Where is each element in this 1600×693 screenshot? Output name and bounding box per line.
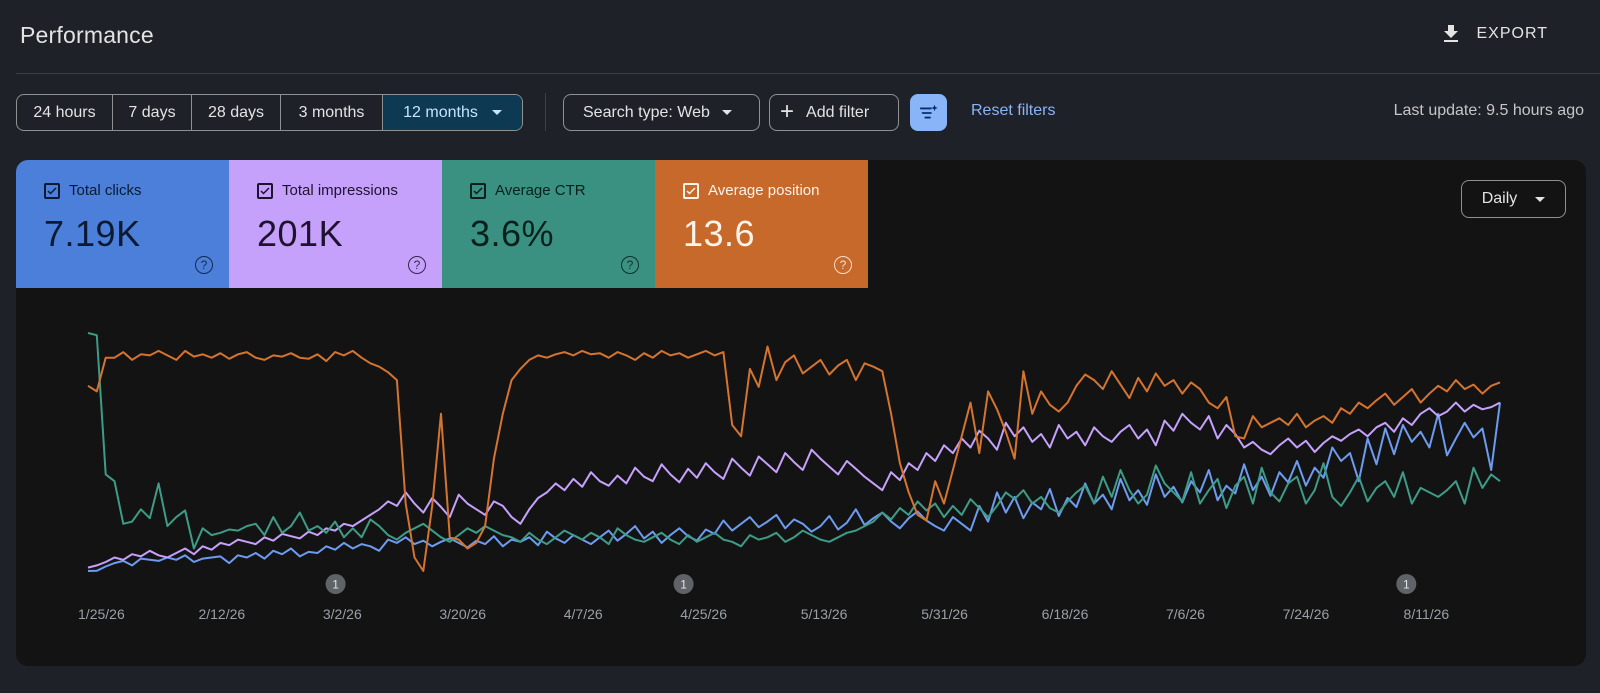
x-tick-label: 3/20/26 xyxy=(439,606,486,622)
metric-label: Total clicks xyxy=(69,182,142,199)
metric-card-average-position[interactable]: Average position 13.6 ? xyxy=(655,160,868,288)
chevron-down-icon xyxy=(491,110,502,115)
sparkle-filter-icon xyxy=(919,104,938,118)
ai-filter-button[interactable] xyxy=(910,94,947,131)
metric-value: 13.6 xyxy=(683,213,756,254)
metric-label: Average position xyxy=(708,182,820,199)
x-tick-label: 5/13/26 xyxy=(801,606,848,622)
annotation-marker[interactable]: 1 xyxy=(325,574,346,594)
search-type-label: Search type: Web xyxy=(583,103,710,121)
performance-line-chart: 1 1 1 1/25/26 2/12/26 3/2/26 3/20/26 4/7/26 4/25… xyxy=(78,332,1501,622)
last-update-text: Last update: 9.5 hours ago xyxy=(1393,102,1584,119)
x-tick-label: 5/31/26 xyxy=(921,606,968,622)
range-3-months[interactable]: 3 months xyxy=(281,95,383,130)
x-tick-label: 1/25/26 xyxy=(78,606,125,622)
metric-value: 201K xyxy=(257,213,344,254)
metric-card-average-ctr[interactable]: Average CTR 3.6% ? xyxy=(442,160,655,288)
checkbox-icon[interactable] xyxy=(683,182,699,199)
x-tick-label: 7/6/26 xyxy=(1166,606,1205,622)
series-line-average-ctr xyxy=(87,332,1501,550)
plus-icon: + xyxy=(780,97,795,125)
range-12-months-label: 12 months xyxy=(403,103,478,121)
x-tick-label: 8/11/26 xyxy=(1404,606,1450,622)
add-filter-button[interactable]: + Add filter xyxy=(769,94,899,131)
chevron-down-icon xyxy=(721,110,732,115)
metric-value: 7.19K xyxy=(44,213,141,254)
metric-label: Total impressions xyxy=(282,182,398,199)
metric-value: 3.6% xyxy=(470,213,555,254)
date-range-selector: 24 hours 7 days 28 days 3 months 12 mont… xyxy=(16,94,523,131)
range-7-days[interactable]: 7 days xyxy=(113,95,192,130)
annotation-marker[interactable]: 1 xyxy=(1396,574,1417,594)
granularity-label: Daily xyxy=(1481,190,1518,207)
filter-divider xyxy=(545,93,546,131)
checkbox-icon[interactable] xyxy=(44,182,60,199)
help-icon[interactable]: ? xyxy=(408,256,426,274)
x-tick-label: 6/18/26 xyxy=(1042,606,1089,622)
help-icon[interactable]: ? xyxy=(621,256,639,274)
metric-label: Average CTR xyxy=(495,182,586,199)
range-24-hours[interactable]: 24 hours xyxy=(17,95,113,130)
help-icon[interactable]: ? xyxy=(195,256,213,274)
svg-text:1: 1 xyxy=(680,578,687,592)
search-type-dropdown[interactable]: Search type: Web xyxy=(563,94,760,131)
svg-text:1: 1 xyxy=(1403,578,1410,592)
series-line-total-clicks xyxy=(87,402,1501,572)
svg-text:1: 1 xyxy=(332,578,339,592)
x-tick-label: 4/25/26 xyxy=(680,606,727,622)
reset-filters-link[interactable]: Reset filters xyxy=(971,102,1055,120)
checkbox-icon[interactable] xyxy=(470,182,486,199)
granularity-dropdown[interactable]: Daily xyxy=(1461,180,1566,218)
help-icon[interactable]: ? xyxy=(834,256,852,274)
header-divider xyxy=(16,73,1600,74)
x-tick-label: 2/12/26 xyxy=(198,606,245,622)
add-filter-label: Add filter xyxy=(806,103,870,121)
x-tick-label: 7/24/26 xyxy=(1283,606,1330,622)
checkbox-icon[interactable] xyxy=(257,182,273,199)
metric-card-total-impressions[interactable]: Total impressions 201K ? xyxy=(229,160,442,288)
annotation-marker[interactable]: 1 xyxy=(673,574,694,594)
performance-chart-card: Total clicks 7.19K ? Total impressions 2… xyxy=(16,160,1586,666)
x-tick-label: 3/2/26 xyxy=(323,606,362,622)
export-label: EXPORT xyxy=(1476,25,1548,42)
metric-card-total-clicks[interactable]: Total clicks 7.19K ? xyxy=(16,160,229,288)
range-12-months[interactable]: 12 months xyxy=(383,95,522,130)
chevron-down-icon xyxy=(1535,196,1546,202)
export-button[interactable]: EXPORT xyxy=(1439,22,1549,46)
range-28-days[interactable]: 28 days xyxy=(192,95,281,130)
download-icon xyxy=(1443,25,1458,42)
x-tick-label: 4/7/26 xyxy=(564,606,603,622)
page-title: Performance xyxy=(20,22,154,48)
